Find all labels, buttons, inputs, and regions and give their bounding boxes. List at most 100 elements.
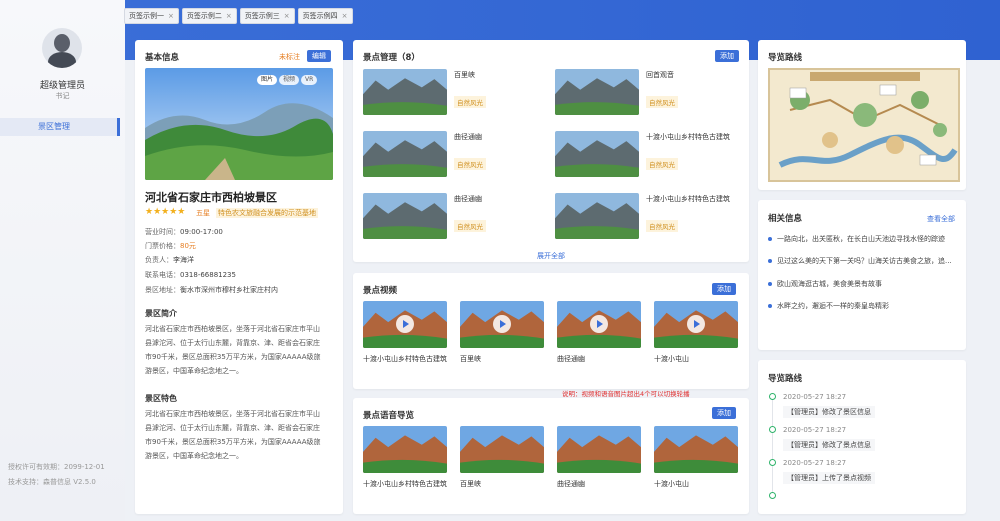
tab-3[interactable]: 页签示例三 ×	[239, 8, 295, 24]
user-name: 超级管理员	[39, 81, 85, 91]
add-audio-button[interactable]: 添加	[712, 407, 736, 419]
spot-thumbnail[interactable]	[363, 69, 447, 115]
phone-value: 0318-66881235	[180, 271, 236, 279]
spot-thumbnail[interactable]	[555, 69, 639, 115]
user-role: 书记	[55, 92, 70, 100]
video-thumbnail[interactable]	[363, 301, 447, 348]
price-value: 80元	[180, 242, 196, 250]
spot-thumbnail[interactable]	[363, 193, 447, 239]
spot-name: 曲径通幽	[454, 195, 482, 203]
feature-text: 河北省石家庄市西柏坡景区，坐落于河北省石家庄市平山 县滹沱河、位于太行山东麓，背靠…	[145, 410, 321, 460]
add-spot-button[interactable]: 添加	[715, 50, 739, 62]
video-name: 百里峡	[460, 355, 481, 363]
play-icon[interactable]	[590, 315, 608, 333]
audio-thumbnail[interactable]	[460, 426, 544, 473]
timeline-text: 【管理员】修改了景区信息	[783, 406, 875, 418]
spot-tag: 自然风光	[646, 158, 678, 170]
video-name: 十渡小屯山	[654, 355, 689, 363]
related-item[interactable]: 见过这么美的天下第一关吗？山海关访古美食之旅，追...	[768, 256, 952, 266]
hours-label: 营业时间：	[145, 228, 180, 236]
spot-name: 回首观音	[646, 71, 674, 79]
star-level: 五星	[196, 209, 210, 217]
related-item[interactable]: 水畔之约，邂逅不一样的秦皇岛精彩	[768, 301, 889, 311]
edit-button[interactable]: 编辑	[307, 50, 331, 62]
spots-title: 景点管理（8）	[363, 53, 420, 63]
spot-thumbnail[interactable]	[363, 131, 447, 177]
route-map-title: 导览路线	[768, 53, 803, 63]
timeline-dot	[769, 426, 776, 433]
spot-thumbnail[interactable]	[555, 193, 639, 239]
tab-bar: 页签示例一 × 页签示例二 × 页签示例三 × 页签示例四 ×	[124, 8, 353, 24]
pill-vr[interactable]: VR	[301, 75, 318, 85]
tab-4[interactable]: 页签示例四 ×	[297, 8, 353, 24]
intro-heading: 景区简介	[145, 309, 177, 318]
tab-label: 页签示例二	[186, 12, 222, 20]
license-text: 授权许可有效期：2099-12-01	[8, 463, 105, 471]
close-icon[interactable]: ×	[226, 9, 232, 23]
manager-row: 负责人：李海洋	[145, 255, 194, 265]
timeline-dot	[769, 393, 776, 400]
tab-1[interactable]: 页签示例一 ×	[124, 8, 179, 24]
view-all-link[interactable]: 查看全部	[927, 214, 955, 224]
avatar[interactable]	[42, 28, 82, 68]
sidebar-item-scenic-management[interactable]: 景区管理	[0, 118, 120, 136]
tab-label: 页签示例三	[244, 12, 280, 20]
support-text: 技术支持：森普信息 V2.5.0	[8, 478, 96, 486]
timeline-time: 2020-05-27 18:27	[783, 393, 847, 401]
spot-tag: 自然风光	[454, 96, 486, 108]
related-title: 相关信息	[768, 214, 803, 224]
expand-all-link[interactable]: 展开全部	[537, 251, 565, 261]
media-switch: 图片 视频 VR	[257, 75, 318, 85]
scenic-tagline: 特色农文旅融合发展的示范基地	[216, 208, 318, 218]
audio-thumbnail[interactable]	[363, 426, 447, 473]
spot-name: 十渡小屯山乡村特色古建筑	[646, 133, 730, 141]
spot-name: 百里峡	[454, 71, 475, 79]
status-label: 未标注	[279, 53, 300, 61]
spot-tag: 自然风光	[454, 220, 486, 232]
manager-label: 负责人：	[145, 256, 173, 264]
tab-label: 页签示例四	[302, 12, 338, 20]
hours-row: 营业时间：09:00-17:00	[145, 227, 223, 237]
sidebar: 超级管理员 书记 景区管理 授权许可有效期：2099-12-01 技术支持：森普…	[0, 0, 125, 521]
audio-thumbnail[interactable]	[654, 426, 738, 473]
tab-label: 页签示例一	[129, 12, 164, 20]
route-log-title: 导览路线	[768, 374, 803, 384]
basic-info-title: 基本信息	[145, 53, 180, 63]
audio-name: 曲径通幽	[557, 480, 585, 488]
address-row: 景区地址：衡水市深州市穆村乡杜家庄村内	[145, 285, 278, 295]
hours-value: 09:00-17:00	[180, 228, 223, 236]
spot-name: 曲径通幽	[454, 133, 482, 141]
pill-video[interactable]: 视频	[279, 75, 300, 85]
timeline-dot	[769, 492, 776, 499]
pill-photo[interactable]: 图片	[257, 75, 278, 85]
close-icon[interactable]: ×	[284, 9, 290, 23]
audio-thumbnail[interactable]	[557, 426, 641, 473]
close-icon[interactable]: ×	[168, 9, 174, 23]
intro-text: 河北省石家庄市西柏坡景区，坐落于河北省石家庄市平山 县滹沱河、位于太行山东麓，背靠…	[145, 325, 321, 375]
video-thumbnail[interactable]	[460, 301, 544, 348]
related-item[interactable]: 欧山观海逛古城，美食美景有故事	[768, 279, 882, 289]
tab-2[interactable]: 页签示例二 ×	[181, 8, 237, 24]
video-name: 十渡小屯山乡村特色古建筑	[363, 355, 447, 363]
timeline-time: 2020-05-27 18:27	[783, 459, 847, 467]
spot-thumbnail[interactable]	[555, 131, 639, 177]
timeline-text: 【管理员】上传了景点视频	[783, 472, 875, 484]
star-rating: ★★★★★	[145, 207, 186, 217]
address-value: 衡水市深州市穆村乡杜家庄村内	[180, 286, 278, 294]
timeline-text: 【管理员】修改了景点信息	[783, 439, 875, 451]
route-map-image[interactable]	[768, 68, 960, 182]
play-icon[interactable]	[396, 315, 414, 333]
feature-heading: 景区特色	[145, 394, 177, 403]
spot-tag: 自然风光	[646, 220, 678, 232]
video-thumbnail[interactable]	[654, 301, 738, 348]
video-thumbnail[interactable]	[557, 301, 641, 348]
address-label: 景区地址：	[145, 286, 180, 294]
close-icon[interactable]: ×	[342, 9, 348, 23]
spot-name: 十渡小屯山乡村特色古建筑	[646, 195, 730, 203]
play-icon[interactable]	[493, 315, 511, 333]
related-item[interactable]: 一路向北，出关匿秋，在长白山天池边寻找水怪的踪迹	[768, 234, 945, 244]
add-video-button[interactable]: 添加	[712, 283, 736, 295]
play-icon[interactable]	[687, 315, 705, 333]
timeline-dot	[769, 459, 776, 466]
phone-label: 联系电话：	[145, 271, 180, 279]
